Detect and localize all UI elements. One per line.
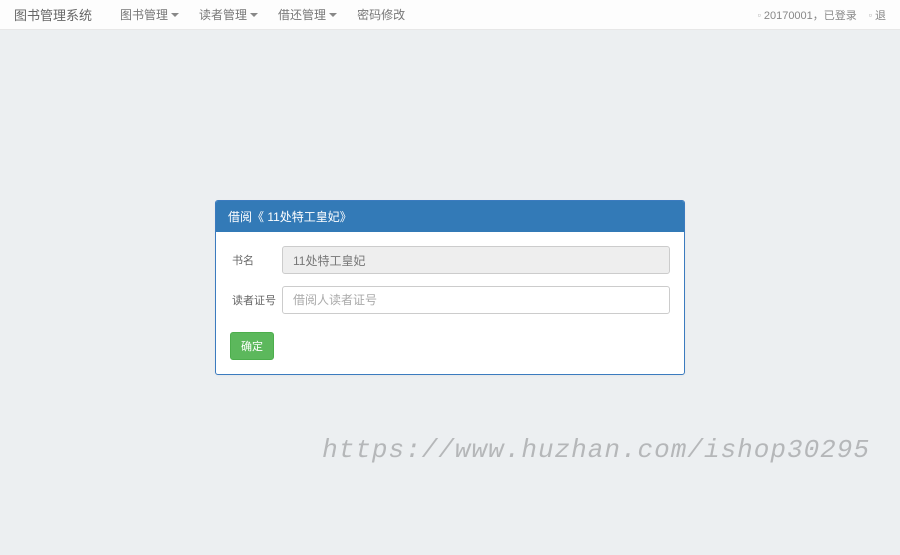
navbar: 图书管理系统 图书管理 读者管理 借还管理 密码修改 ▫ 20170001，已登… (0, 0, 900, 30)
panel-title: 借阅《 11处特工皇妃》 (216, 201, 684, 232)
watermark-text: https://www.huzhan.com/ishop30295 (322, 435, 870, 465)
chevron-down-icon (171, 13, 179, 17)
nav-menu-password[interactable]: 密码修改 (357, 6, 405, 23)
user-icon: ▫ (758, 10, 761, 20)
bookname-label: 书名 (230, 252, 282, 268)
chevron-down-icon (250, 13, 258, 17)
panel-body: 书名 读者证号 确定 (216, 232, 684, 374)
submit-button[interactable]: 确定 (230, 332, 274, 360)
bookname-input (282, 246, 670, 274)
nav-links: 图书管理 读者管理 借还管理 密码修改 (120, 6, 405, 23)
nav-right: ▫ 20170001，已登录 ▫ 退 (758, 7, 886, 23)
logout-text: 退 (875, 7, 886, 23)
borrow-panel: 借阅《 11处特工皇妃》 书名 读者证号 确定 (215, 200, 685, 375)
form-row-bookname: 书名 (230, 246, 670, 274)
user-status-text: 20170001，已登录 (764, 7, 857, 23)
logout-icon: ▫ (869, 10, 872, 20)
readerid-input[interactable] (282, 286, 670, 314)
nav-menu-label: 借还管理 (278, 6, 326, 23)
nav-menu-borrow[interactable]: 借还管理 (278, 6, 337, 23)
nav-menu-label: 密码修改 (357, 6, 405, 23)
nav-menu-books[interactable]: 图书管理 (120, 6, 179, 23)
form-row-readerid: 读者证号 (230, 286, 670, 314)
readerid-label: 读者证号 (230, 292, 282, 308)
nav-menu-label: 图书管理 (120, 6, 168, 23)
nav-menu-label: 读者管理 (199, 6, 247, 23)
nav-menu-readers[interactable]: 读者管理 (199, 6, 258, 23)
user-status: ▫ 20170001，已登录 (758, 7, 857, 23)
logout-link[interactable]: ▫ 退 (869, 7, 886, 23)
brand[interactable]: 图书管理系统 (14, 5, 92, 24)
chevron-down-icon (329, 13, 337, 17)
